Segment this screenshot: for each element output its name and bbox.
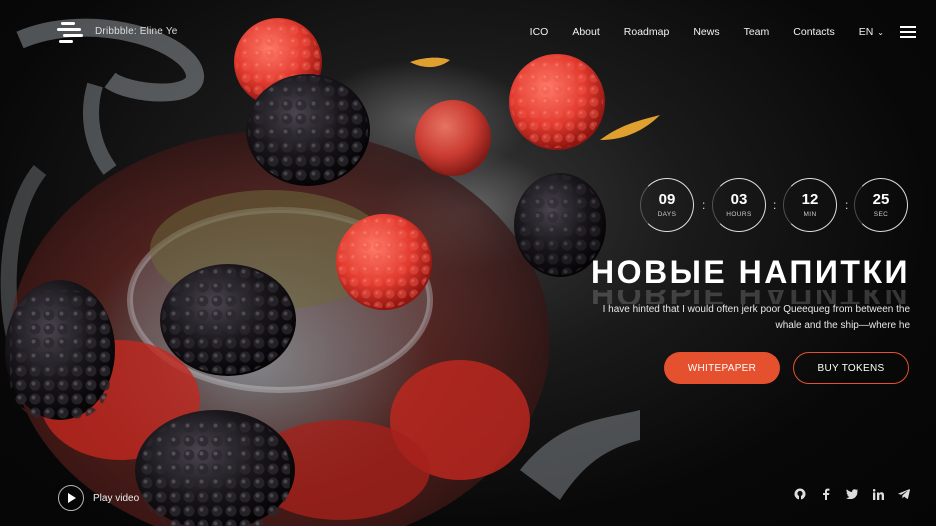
countdown-separator: : bbox=[773, 198, 777, 212]
linkedin-icon[interactable] bbox=[872, 488, 884, 500]
logo-icon[interactable] bbox=[55, 18, 85, 48]
hero-subtitle-line: I have hinted that I would often jerk po… bbox=[602, 304, 910, 315]
countdown-hours-value: 03 bbox=[730, 191, 748, 208]
nav-item-about[interactable]: About bbox=[572, 22, 599, 42]
social-links bbox=[794, 488, 910, 500]
hero-title: НОВЫЕ НАПИТКИ bbox=[590, 254, 910, 290]
countdown-separator: : bbox=[702, 198, 706, 212]
countdown-timer: 09 DAYS : 03 HOURS : 12 MIN : 25 SEC bbox=[640, 178, 910, 234]
facebook-icon[interactable] bbox=[820, 488, 832, 500]
hero-subtitle-line: whale and the ship—where he bbox=[775, 320, 910, 331]
language-label: EN bbox=[858, 26, 874, 38]
countdown-days: 09 DAYS bbox=[640, 178, 694, 232]
play-video-button[interactable]: Play video bbox=[58, 485, 139, 511]
countdown-separator: : bbox=[845, 198, 849, 212]
site-header: Dribbble: Eline Ye ICO About Roadmap New… bbox=[0, 0, 936, 64]
countdown-minutes-value: 12 bbox=[801, 191, 819, 208]
countdown-minutes-label: MIN bbox=[803, 211, 817, 218]
twitter-icon[interactable] bbox=[846, 488, 858, 500]
buy-tokens-button[interactable]: BUY TOKENS bbox=[793, 352, 909, 384]
nav-item-ico[interactable]: ICO bbox=[530, 22, 549, 42]
countdown-seconds: 25 SEC bbox=[854, 178, 908, 232]
countdown-minutes: 12 MIN bbox=[783, 178, 837, 232]
countdown-hours-label: HOURS bbox=[726, 211, 752, 218]
nav-item-news[interactable]: News bbox=[693, 22, 719, 42]
countdown-hours: 03 HOURS bbox=[712, 178, 766, 232]
nav-item-contacts[interactable]: Contacts bbox=[793, 22, 834, 42]
countdown-days-value: 09 bbox=[658, 191, 676, 208]
hero-teapot-illustration bbox=[0, 18, 660, 526]
nav-item-roadmap[interactable]: Roadmap bbox=[624, 22, 670, 42]
hero-subtitle: I have hinted that I would often jerk po… bbox=[550, 302, 910, 334]
countdown-days-label: DAYS bbox=[657, 211, 677, 218]
chevron-down-icon: ⌄ bbox=[877, 27, 884, 37]
landing-page: Dribbble: Eline Ye ICO About Roadmap New… bbox=[0, 0, 936, 526]
countdown-seconds-label: SEC bbox=[873, 211, 889, 218]
play-video-label: Play video bbox=[93, 492, 140, 504]
language-selector[interactable]: EN ⌄ bbox=[859, 26, 884, 38]
main-nav: ICO About Roadmap News Team Contacts EN … bbox=[506, 22, 916, 42]
nav-item-team[interactable]: Team bbox=[744, 22, 770, 42]
brand-credit: Dribbble: Eline Ye bbox=[95, 26, 178, 37]
hero-title-block: НОВЫЕ НАПИТКИ НОВЫЕ НАПИТКИ bbox=[591, 254, 910, 304]
whitepaper-button[interactable]: WHITEPAPER bbox=[664, 352, 780, 384]
telegram-icon[interactable] bbox=[898, 488, 910, 500]
github-icon[interactable] bbox=[794, 488, 806, 500]
countdown-seconds-value: 25 bbox=[872, 191, 890, 208]
menu-icon[interactable] bbox=[900, 26, 916, 38]
play-icon bbox=[58, 485, 84, 511]
